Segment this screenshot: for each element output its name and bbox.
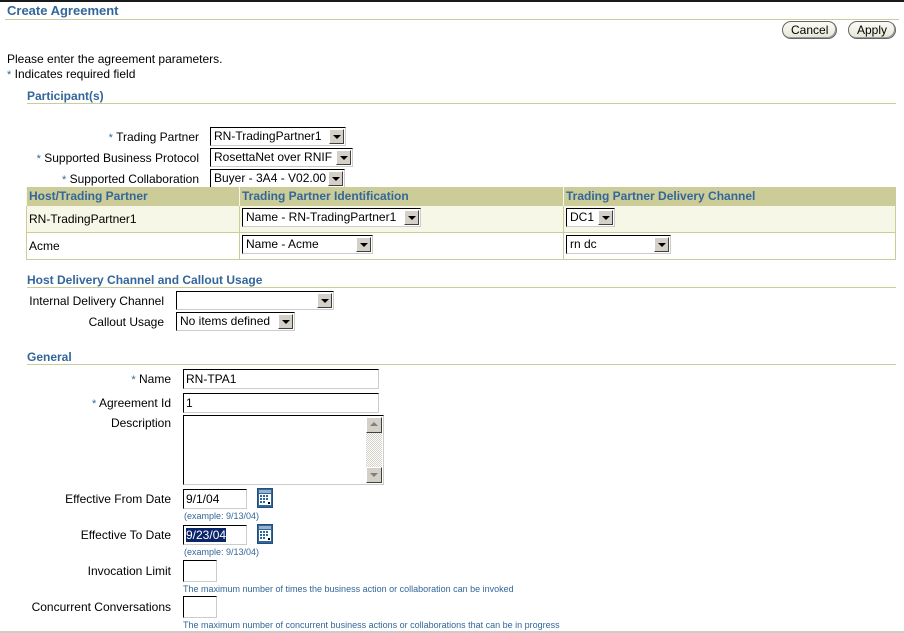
select-value: rn dc xyxy=(570,237,597,251)
dropdown-arrow-icon[interactable] xyxy=(278,314,293,329)
callout-usage-label: Callout Usage xyxy=(88,315,164,329)
table-row: Acme Name - Acme rn dc xyxy=(26,232,896,260)
required-note: * Indicates required field xyxy=(7,67,135,81)
concurrent-conversations-hint: The maximum number of concurrent busines… xyxy=(183,620,560,630)
title-divider xyxy=(5,19,899,20)
dropdown-arrow-icon[interactable] xyxy=(328,171,343,186)
effective-from-hint: (example: 9/13/04) xyxy=(184,511,260,521)
description-scrollbar[interactable] xyxy=(366,417,382,483)
collaboration-select[interactable]: Buyer - 3A4 - V02.00 xyxy=(210,169,345,188)
page-title: Create Agreement xyxy=(7,3,119,18)
select-value: RosettaNet over RNIF xyxy=(214,150,333,164)
dropdown-arrow-icon[interactable] xyxy=(404,210,419,225)
identification-select[interactable]: Name - Acme xyxy=(242,235,373,254)
invocation-limit-label: Invocation Limit xyxy=(87,564,171,578)
scroll-down-icon[interactable] xyxy=(366,467,382,483)
trading-partner-select[interactable]: RN-TradingPartner1 xyxy=(210,127,346,146)
section-divider xyxy=(27,103,896,104)
required-marker: * xyxy=(61,174,67,186)
apply-button[interactable]: Apply xyxy=(848,21,897,39)
select-value: Name - RN-TradingPartner1 xyxy=(246,210,397,224)
select-value: Name - Acme xyxy=(246,237,319,251)
name-input[interactable]: RN-TPA1 xyxy=(183,369,379,389)
label-text: Supported Business Protocol xyxy=(44,151,199,165)
dropdown-arrow-icon[interactable] xyxy=(598,210,613,225)
label-text: Name xyxy=(138,372,171,386)
partners-table: Host/Trading Partner Trading Partner Ide… xyxy=(26,187,896,260)
column-header: Trading Partner Delivery Channel xyxy=(563,187,896,206)
column-header: Trading Partner Identification xyxy=(239,187,564,206)
section-divider xyxy=(27,287,896,288)
table-header-row: Host/Trading Partner Trading Partner Ide… xyxy=(26,187,896,206)
delivery-channel-cell: rn dc xyxy=(563,232,896,260)
scroll-up-icon[interactable] xyxy=(366,417,382,433)
identification-cell: Name - Acme xyxy=(239,232,564,260)
calendar-icon[interactable] xyxy=(257,488,273,508)
label-text: Agreement Id xyxy=(98,396,171,410)
internal-delivery-channel-select[interactable] xyxy=(176,291,334,310)
selected-value: 9/23/04 xyxy=(186,528,227,542)
delivery-channel-select[interactable]: rn dc xyxy=(566,235,671,254)
column-header: Host/Trading Partner xyxy=(26,187,240,206)
concurrent-conversations-input[interactable] xyxy=(183,596,217,618)
callout-usage-select[interactable]: No items defined xyxy=(176,312,295,331)
partner-cell: RN-TradingPartner1 xyxy=(26,205,240,233)
invocation-limit-hint: The maximum number of times the business… xyxy=(183,584,514,594)
select-value: No items defined xyxy=(180,314,271,328)
cancel-button[interactable]: Cancel xyxy=(782,21,838,39)
select-value: Buyer - 3A4 - V02.00 xyxy=(214,171,327,185)
identification-select[interactable]: Name - RN-TradingPartner1 xyxy=(242,208,421,227)
effective-to-label: Effective To Date xyxy=(80,528,171,542)
required-note-text: Indicates required field xyxy=(14,67,136,81)
required-marker: * xyxy=(108,132,113,144)
dropdown-arrow-icon[interactable] xyxy=(317,293,332,308)
section-divider xyxy=(27,364,896,365)
description-label: Description xyxy=(110,416,171,430)
label-text: Supported Collaboration xyxy=(69,172,199,186)
description-textarea[interactable] xyxy=(183,415,384,485)
effective-to-hint: (example: 9/13/04) xyxy=(184,547,260,557)
concurrent-conversations-label: Concurrent Conversations xyxy=(31,600,171,614)
required-marker: * xyxy=(36,153,41,165)
delivery-channel-select[interactable]: DC1 xyxy=(566,208,615,227)
section-title-participants: Participant(s) xyxy=(27,89,104,103)
name-label: * Name xyxy=(131,372,171,386)
required-marker: * xyxy=(7,69,12,81)
internal-delivery-channel-label: Internal Delivery Channel xyxy=(29,294,164,308)
section-title-host-delivery: Host Delivery Channel and Callout Usage xyxy=(27,273,263,287)
calendar-icon[interactable] xyxy=(257,524,273,544)
label-text: Trading Partner xyxy=(116,130,199,144)
required-marker: * xyxy=(92,398,97,410)
dropdown-arrow-icon[interactable] xyxy=(329,129,344,144)
business-protocol-label: * Supported Business Protocol xyxy=(37,151,199,165)
dropdown-arrow-icon[interactable] xyxy=(356,237,371,252)
table-row: RN-TradingPartner1 Name - RN-TradingPart… xyxy=(26,205,896,233)
dropdown-arrow-icon[interactable] xyxy=(654,237,669,252)
instructions-text: Please enter the agreement parameters. xyxy=(7,52,223,66)
agreement-id-label: * Agreement Id xyxy=(92,396,171,410)
window-top-border xyxy=(0,0,904,2)
section-title-general: General xyxy=(27,350,72,364)
trading-partner-label: * Trading Partner xyxy=(109,130,199,144)
effective-from-input[interactable]: 9/1/04 xyxy=(183,489,247,509)
partner-cell: Acme xyxy=(26,232,240,260)
select-value: DC1 xyxy=(570,210,595,224)
business-protocol-select[interactable]: RosettaNet over RNIF xyxy=(210,148,353,167)
delivery-channel-cell: DC1 xyxy=(563,205,896,233)
invocation-limit-input[interactable] xyxy=(183,560,217,582)
effective-from-label: Effective From Date xyxy=(65,492,171,506)
collaboration-label: * Supported Collaboration xyxy=(62,172,199,186)
effective-to-input[interactable]: 9/23/04 xyxy=(183,525,247,545)
identification-cell: Name - RN-TradingPartner1 xyxy=(239,205,564,233)
dropdown-arrow-icon[interactable] xyxy=(336,150,351,165)
required-marker: * xyxy=(131,374,136,386)
select-value: RN-TradingPartner1 xyxy=(214,129,322,143)
agreement-id-input[interactable]: 1 xyxy=(183,393,379,413)
